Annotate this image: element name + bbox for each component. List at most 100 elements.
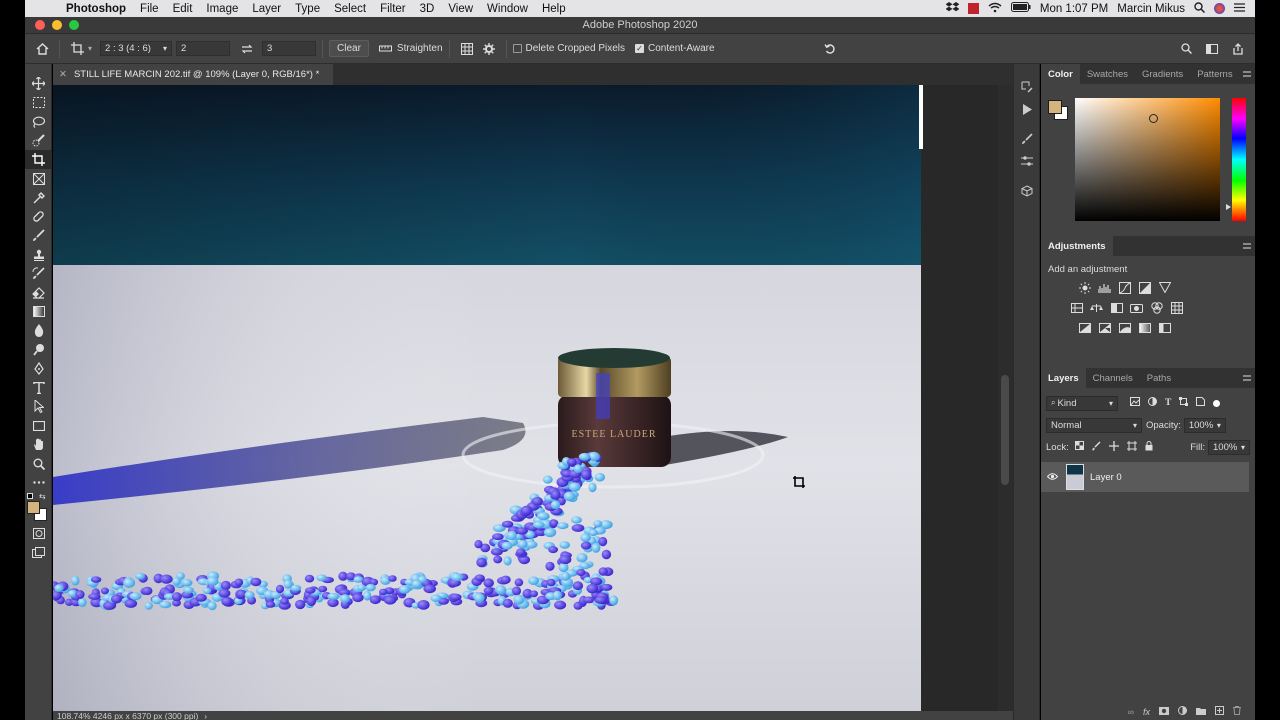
tab-patterns[interactable]: Patterns [1190, 64, 1239, 84]
menu-image[interactable]: Image [199, 3, 245, 15]
notification-center-icon[interactable] [1234, 2, 1245, 15]
menu-clock[interactable]: Mon 1:07 PM [1040, 3, 1108, 15]
zoom-tool-icon[interactable] [25, 454, 52, 473]
menu-view[interactable]: View [441, 3, 480, 15]
menu-3d[interactable]: 3D [413, 3, 442, 15]
chevron-right-icon[interactable]: › [204, 711, 207, 720]
delete-cropped-label[interactable]: Delete Cropped Pixels [526, 43, 626, 54]
posterize-icon[interactable] [1097, 320, 1112, 335]
reset-icon[interactable] [819, 38, 841, 60]
close-icon[interactable]: ✕ [59, 69, 67, 80]
menu-app[interactable]: Photoshop [59, 3, 133, 15]
blur-tool-icon[interactable] [25, 321, 52, 340]
screen-mode-icon[interactable] [25, 543, 52, 562]
tab-layers[interactable]: Layers [1041, 368, 1086, 388]
lock-pixels-icon[interactable] [1092, 441, 1101, 454]
battery-icon[interactable] [1010, 2, 1031, 15]
filter-smart-object-icon[interactable] [1196, 397, 1206, 409]
trash-icon[interactable] [1233, 706, 1241, 718]
brightness-contrast-icon[interactable] [1077, 280, 1092, 295]
add-mask-icon[interactable] [1159, 706, 1169, 718]
quick-mask-icon[interactable] [25, 524, 52, 543]
foreground-color-swatch[interactable] [27, 501, 40, 514]
hue-saturation-icon[interactable] [1069, 300, 1084, 315]
history-brush-tool-icon[interactable] [25, 264, 52, 283]
menu-type[interactable]: Type [288, 3, 327, 15]
eyedropper-tool-icon[interactable] [25, 188, 52, 207]
color-field[interactable] [1075, 98, 1220, 221]
content-aware-label[interactable]: Content-Aware [648, 43, 715, 54]
filter-type-icon[interactable]: T [1165, 398, 1171, 408]
menu-file[interactable]: File [133, 3, 166, 15]
layer-name[interactable]: Layer 0 [1090, 472, 1122, 483]
photo-canvas[interactable]: ESTEE LAUDER [53, 85, 921, 711]
foreground-color-swatch[interactable] [1048, 100, 1062, 114]
toolbox-grip[interactable] [25, 64, 51, 74]
fill-field[interactable]: 100% ▾ [1208, 439, 1250, 455]
filter-toggle-icon[interactable] [1213, 399, 1221, 407]
content-aware-checkbox[interactable]: ✓ [635, 44, 645, 53]
vibrance-icon[interactable] [1157, 280, 1172, 295]
eye-visibility-icon[interactable] [1046, 471, 1059, 483]
quick-selection-tool-icon[interactable] [25, 131, 52, 150]
delete-cropped-checkbox[interactable] [512, 44, 522, 53]
panel-grip[interactable] [1014, 64, 1039, 76]
clear-button[interactable]: Clear [329, 40, 369, 57]
grid-overlay-icon[interactable] [456, 38, 478, 60]
crop-width-field[interactable]: 2 [176, 41, 231, 56]
more-tools-icon[interactable] [25, 473, 52, 492]
straighten-label[interactable]: Straighten [397, 43, 443, 54]
blend-mode-select[interactable]: Normal ▾ [1046, 417, 1142, 433]
panel-menu-icon[interactable] [1243, 243, 1251, 249]
wifi-icon[interactable] [988, 2, 1002, 16]
3d-cube-icon[interactable] [1014, 180, 1040, 202]
brush-tool-icon[interactable] [25, 226, 52, 245]
filter-pixel-icon[interactable] [1130, 397, 1140, 409]
filter-adjustment-icon[interactable] [1148, 397, 1157, 409]
home-icon[interactable] [31, 38, 53, 60]
vertical-scrollbar[interactable] [998, 85, 1013, 711]
healing-brush-tool-icon[interactable] [25, 207, 52, 226]
new-fill-adjustment-icon[interactable] [1178, 706, 1187, 718]
share-icon[interactable] [1227, 38, 1249, 60]
scrollbar-thumb[interactable] [1001, 375, 1009, 485]
tab-paths[interactable]: Paths [1140, 368, 1178, 388]
opacity-field[interactable]: 100% ▾ [1183, 417, 1226, 433]
menu-window[interactable]: Window [480, 3, 535, 15]
path-selection-tool-icon[interactable] [25, 397, 52, 416]
hue-slider[interactable] [1232, 98, 1246, 221]
gear-icon[interactable] [478, 38, 500, 60]
swap-dimensions-icon[interactable] [236, 38, 258, 60]
marquee-tool-icon[interactable] [25, 93, 52, 112]
canvas-area[interactable]: ESTEE LAUDER [53, 85, 998, 711]
canvas-edge-handle[interactable] [919, 85, 923, 149]
layer-row[interactable]: Layer 0 [1041, 462, 1249, 492]
layer-kind-filter[interactable]: ⌕ Kind ▾ [1046, 395, 1118, 411]
curves-icon[interactable] [1117, 280, 1132, 295]
brush-settings-icon[interactable] [1014, 128, 1040, 150]
filter-shape-icon[interactable] [1179, 397, 1189, 409]
color-lookup-icon[interactable] [1169, 300, 1184, 315]
type-tool-icon[interactable] [25, 378, 52, 397]
menu-user[interactable]: Marcin Mikus [1117, 3, 1185, 15]
chevron-down-icon[interactable]: ▾ [88, 44, 92, 53]
menu-select[interactable]: Select [327, 3, 373, 15]
menu-filter[interactable]: Filter [373, 3, 413, 15]
exposure-icon[interactable] [1137, 280, 1152, 295]
channel-mixer-icon[interactable] [1149, 300, 1164, 315]
tab-color[interactable]: Color [1041, 64, 1080, 84]
crop-height-field[interactable]: 3 [262, 41, 317, 56]
red-app-icon[interactable] [967, 3, 979, 14]
new-layer-icon[interactable] [1215, 706, 1224, 718]
clone-stamp-tool-icon[interactable] [25, 245, 52, 264]
layer-style-icon[interactable]: fx [1143, 707, 1150, 717]
gradient-map-icon[interactable] [1137, 320, 1152, 335]
selective-color-icon[interactable] [1157, 320, 1172, 335]
levels-icon[interactable] [1097, 280, 1112, 295]
move-tool-icon[interactable] [25, 74, 52, 93]
new-group-icon[interactable] [1196, 706, 1206, 718]
siri-icon[interactable] [1214, 3, 1225, 14]
lasso-tool-icon[interactable] [25, 112, 52, 131]
properties-icon[interactable] [1014, 150, 1040, 172]
panel-menu-icon[interactable] [1243, 71, 1251, 77]
